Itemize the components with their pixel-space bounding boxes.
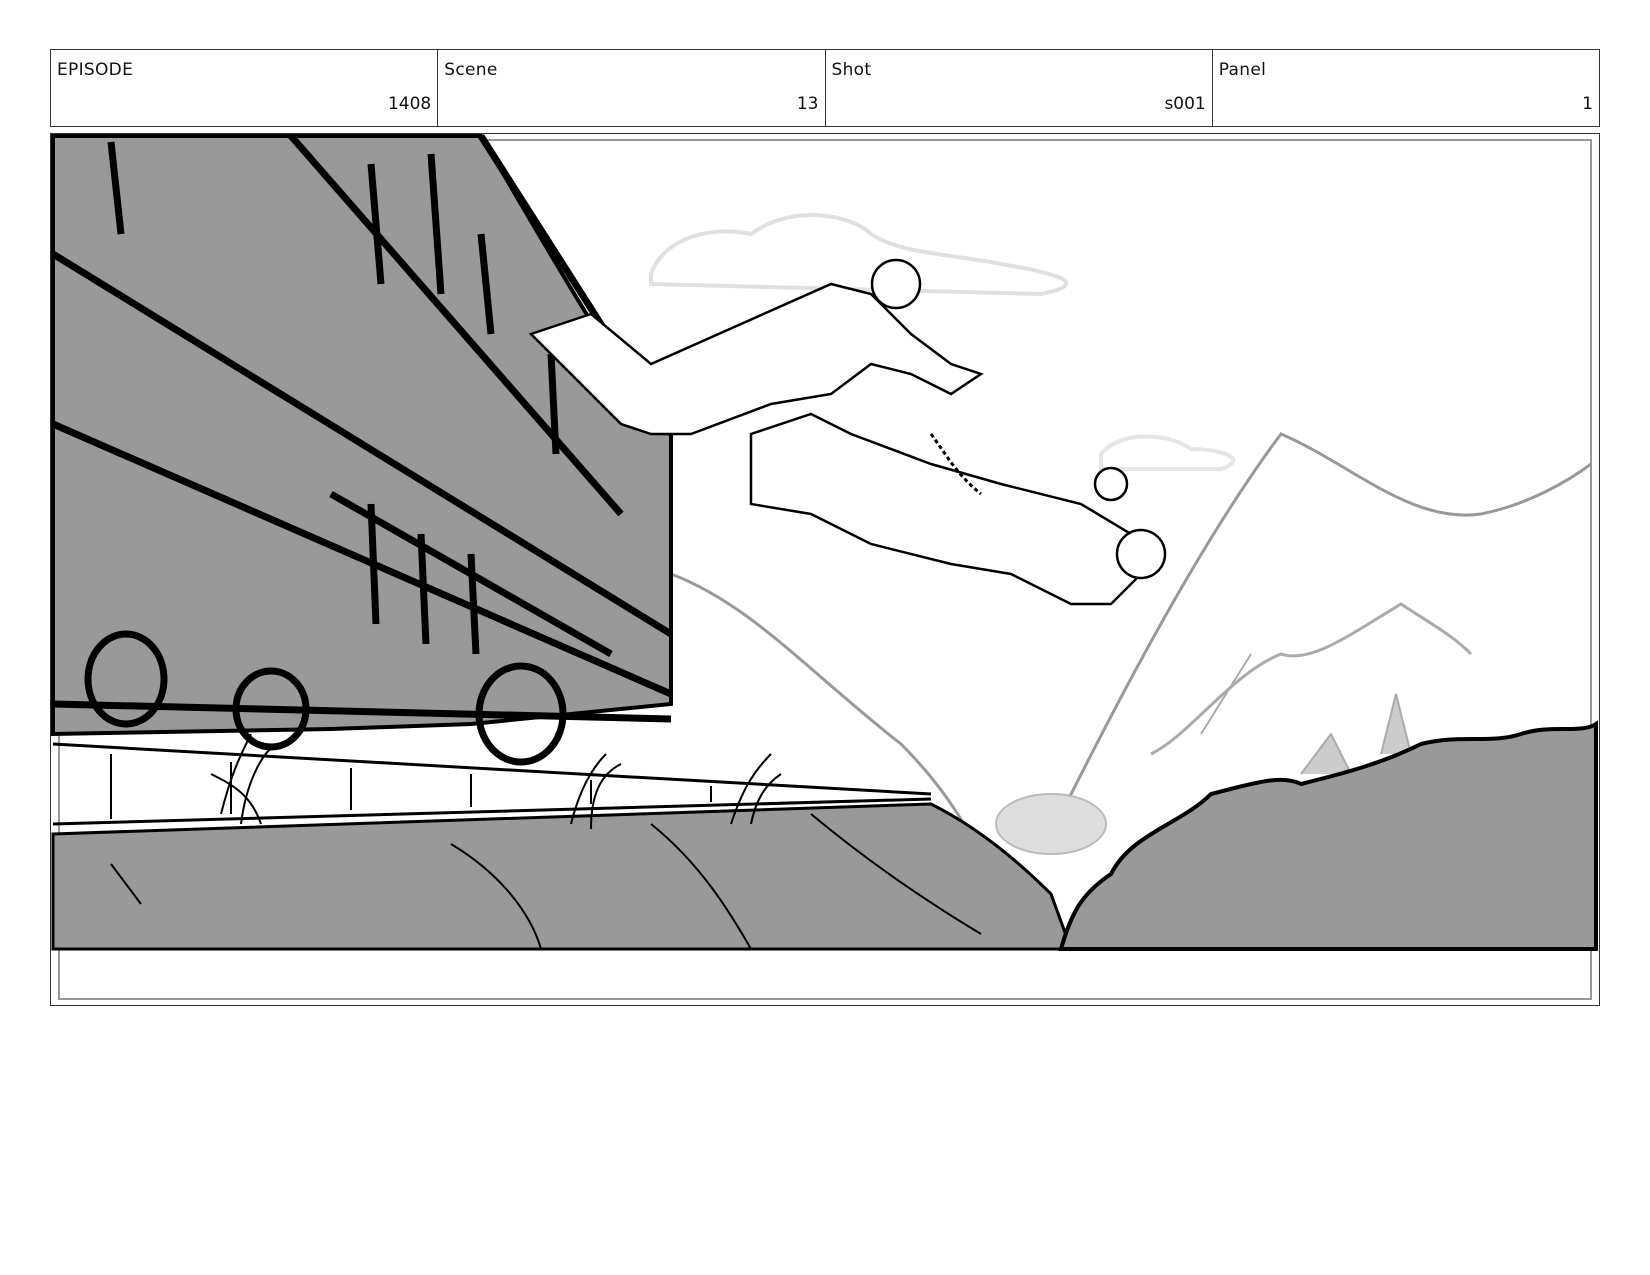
scene-cell: Scene 13 [437,50,824,126]
bush-light [995,793,1107,855]
shot-value: s001 [1164,94,1206,114]
episode-label: EPISODE [57,60,134,80]
scene-label: Scene [444,60,498,80]
shot-label: Shot [831,60,872,80]
panel-label: Panel [1218,60,1267,80]
shot-cell: Shot s001 [824,50,1212,126]
episode-value: 1408 [387,94,432,114]
episode-cell: EPISODE 1408 [51,50,437,126]
panel-cell: Panel 1 [1211,50,1599,126]
storyboard-illustration [51,134,1598,1000]
scene-value: 13 [796,94,819,114]
panel-value: 1 [1582,94,1593,114]
shot-header-table: EPISODE 1408 Scene 13 Shot s001 Panel 1 [50,49,1600,127]
storyboard-panel [50,133,1600,1006]
